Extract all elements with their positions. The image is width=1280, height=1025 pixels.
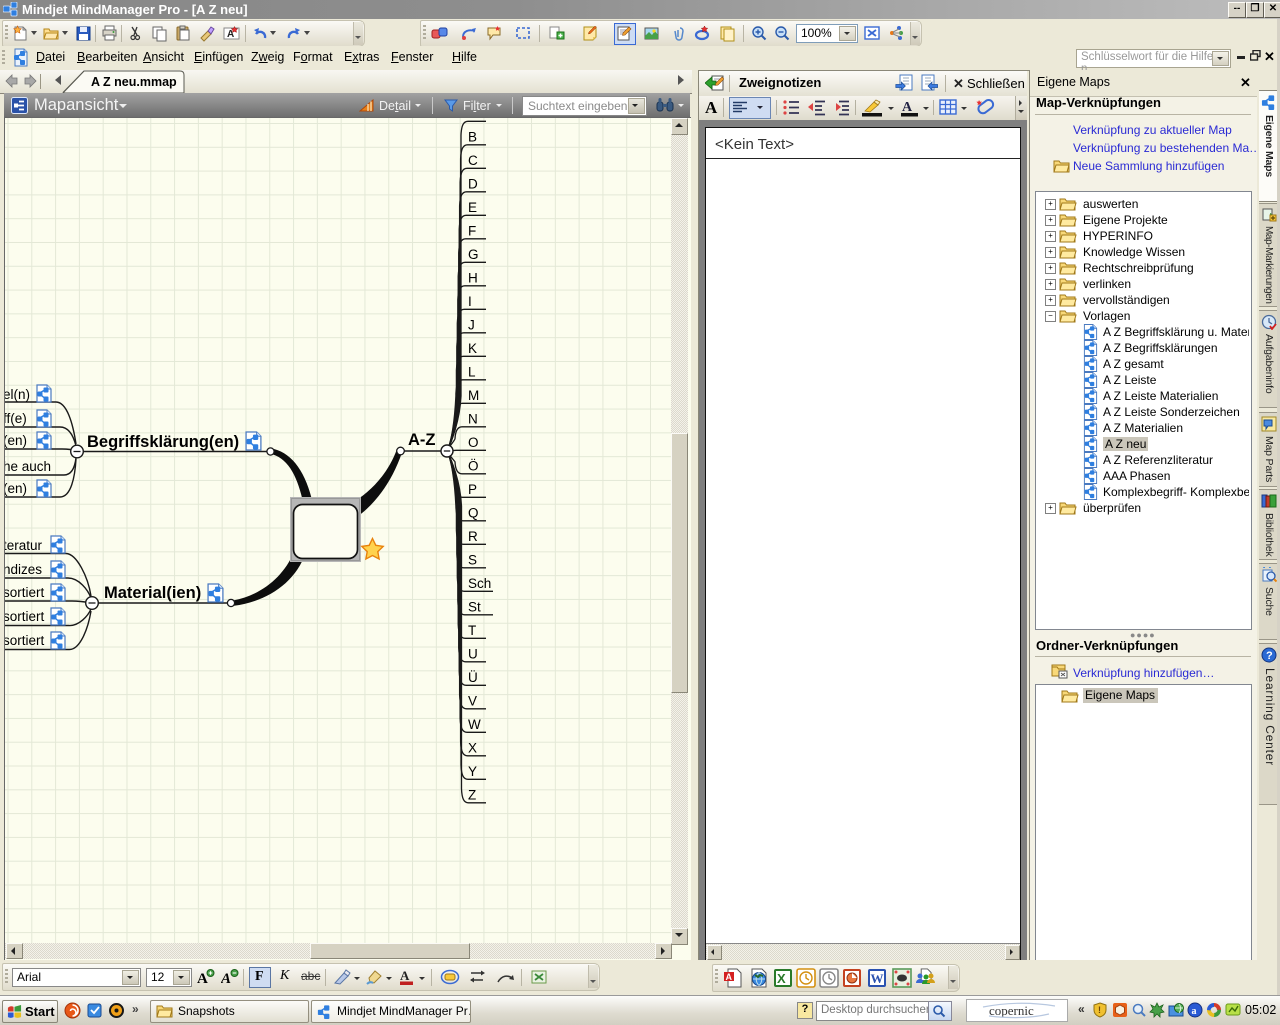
svg-text:Material(ien): Material(ien) [104, 584, 201, 602]
svg-text:A: A [400, 968, 410, 983]
svg-text:D: D [468, 176, 478, 191]
svg-text:teratur: teratur [5, 538, 43, 553]
svg-text:sortiert: sortiert [5, 609, 45, 624]
svg-text:B: B [468, 129, 477, 144]
svg-text:L: L [468, 364, 476, 379]
svg-text:G: G [468, 247, 479, 262]
svg-text:K: K [468, 341, 477, 356]
svg-text:(en): (en) [5, 433, 27, 448]
svg-text:!: ! [1098, 1005, 1101, 1015]
svg-text:S: S [468, 552, 477, 567]
svg-text:sortiert: sortiert [5, 633, 45, 648]
svg-text:X: X [468, 740, 477, 755]
svg-text:H: H [468, 270, 478, 285]
svg-text:M: M [468, 388, 479, 403]
svg-text:ff(e): ff(e) [5, 411, 27, 426]
svg-text:(en): (en) [5, 481, 27, 496]
svg-text:?: ? [1266, 650, 1273, 662]
svg-text:Ü: Ü [468, 670, 478, 685]
svg-text:O: O [468, 435, 479, 450]
svg-text:A-Z: A-Z [408, 431, 436, 449]
svg-text:J: J [468, 317, 475, 332]
svg-text:ndizes: ndizes [5, 562, 42, 577]
svg-text:St: St [468, 599, 481, 614]
svg-text:Q: Q [468, 505, 479, 520]
svg-text:A: A [726, 972, 733, 982]
svg-text:Y: Y [468, 764, 477, 779]
svg-text:el(n): el(n) [5, 387, 30, 402]
svg-text:N: N [468, 411, 478, 426]
svg-text:Begriffsklärung(en): Begriffsklärung(en) [87, 433, 239, 451]
svg-text:I: I [468, 294, 472, 309]
svg-text:X: X [777, 971, 786, 986]
svg-text:W: W [468, 717, 481, 732]
svg-text:a: a [1192, 1006, 1197, 1017]
svg-text:C: C [468, 153, 478, 168]
svg-text:A: A [197, 971, 208, 986]
svg-text:R: R [468, 529, 478, 544]
svg-text:sortiert: sortiert [5, 585, 45, 600]
svg-text:V: V [468, 693, 477, 708]
svg-text:U: U [468, 646, 478, 661]
svg-text:F: F [468, 223, 476, 238]
svg-text:W: W [871, 971, 884, 986]
svg-text:Ö: Ö [468, 458, 479, 473]
svg-text:A: A [902, 100, 913, 115]
svg-text:Sch: Sch [468, 576, 491, 591]
svg-text:E: E [468, 200, 477, 215]
svg-text:P: P [468, 482, 477, 497]
svg-text:A: A [468, 118, 477, 121]
svg-text:Z: Z [468, 787, 476, 802]
svg-text:T: T [468, 623, 476, 638]
svg-text:he auch: he auch [5, 459, 51, 474]
svg-text:A: A [221, 971, 231, 986]
